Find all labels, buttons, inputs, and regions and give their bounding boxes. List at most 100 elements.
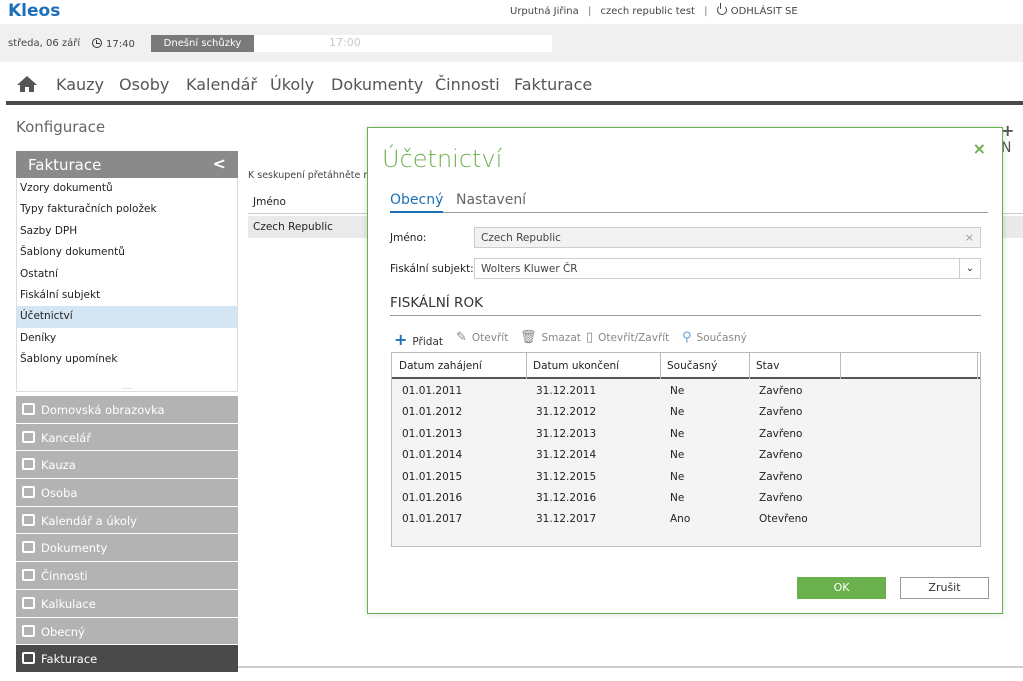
cell-start: 01.01.2011 [402, 385, 463, 397]
cancel-button[interactable]: Zrušit [900, 577, 989, 599]
add-label: Přidat [412, 336, 444, 348]
cell-status: Zavřeno [759, 427, 803, 440]
sidebar-item[interactable]: Sazby DPH [17, 221, 237, 242]
column-header-name[interactable]: Jméno [253, 196, 286, 208]
home-screen-icon [22, 403, 35, 415]
open-button[interactable]: ✎ Otevřít [456, 330, 508, 345]
nav-item-ukoly[interactable]: Úkoly [270, 75, 314, 94]
module-label: Kalkulace [41, 596, 96, 611]
logout-link[interactable]: ODHLÁSIT SE [716, 3, 798, 17]
power-icon [716, 3, 727, 15]
folder-icon [22, 458, 35, 471]
current-button[interactable]: ⚲ Současný [682, 330, 747, 345]
nav-item-osoby[interactable]: Osoby [119, 75, 169, 94]
timeline-hour: 17:00 [329, 36, 361, 49]
nav-item-dokumenty[interactable]: Dokumenty [331, 75, 423, 94]
add-new-button[interactable]: + N [1001, 121, 1023, 156]
meetings-timeline[interactable]: 17:00 [254, 35, 552, 52]
sidebar-item[interactable]: Šablony upomínek [17, 349, 237, 370]
todays-meetings-button[interactable]: Dnešní schůzky [151, 35, 254, 52]
open-close-button[interactable]: ▯ Otevřít/Zavřít [586, 330, 669, 345]
sidebar-item[interactable]: Typy fakturačních položek [17, 199, 237, 220]
column-header-status[interactable]: Stav [756, 360, 779, 372]
column-divider [977, 353, 978, 379]
cell-status: Zavřeno [759, 449, 803, 462]
sidebar-item-active[interactable]: Účetnictví [17, 306, 237, 328]
ok-button[interactable]: OK [797, 577, 886, 599]
module-label: Kalendář a úkoly [41, 513, 137, 528]
module-label: Osoba [41, 486, 78, 501]
module-label: Dokumenty [41, 541, 108, 556]
sidebar-item[interactable]: Vzory dokumentů [17, 178, 237, 199]
module-general[interactable]: Obecný [16, 617, 238, 646]
sidebar-item[interactable]: Fiskální subjekt [17, 285, 237, 306]
app-logo[interactable]: Kleos [8, 1, 60, 21]
column-header-current[interactable]: Současný [667, 360, 717, 372]
calendar-icon [22, 513, 35, 526]
close-icon[interactable]: × [973, 139, 986, 158]
resize-grip[interactable]: ...... [16, 384, 238, 394]
org-name[interactable]: czech republic test [601, 6, 695, 17]
delete-button[interactable]: 🗑 Smazat [520, 330, 581, 345]
nav-item-cinnosti[interactable]: Činnosti [435, 75, 500, 94]
office-icon [22, 430, 35, 443]
delete-label: Smazat [541, 332, 581, 344]
fiscal-subject-value: Wolters Kluwer ČR [481, 263, 578, 275]
module-person[interactable]: Osoba [16, 479, 238, 507]
user-info: Urputná Jiřina | czech republic test | O… [510, 3, 798, 17]
tab-settings[interactable]: Nastavení [456, 192, 526, 211]
column-header-start[interactable]: Datum zahájení [399, 360, 482, 372]
table-row[interactable]: 01.01.2016 31.12.2016 Ne Zavřeno [392, 487, 980, 508]
fiscal-subject-label: Fiskální subjekt: [390, 263, 474, 275]
module-home[interactable]: Domovská obrazovka [16, 396, 238, 424]
module-billing[interactable]: Fakturace [16, 645, 238, 673]
clear-icon[interactable]: × [965, 231, 974, 244]
nav-item-kalendar[interactable]: Kalendář [186, 75, 257, 94]
module-calculation[interactable]: Kalkulace [16, 589, 238, 618]
module-case[interactable]: Kauza [16, 451, 238, 480]
cell-end: 31.12.2015 [536, 470, 597, 483]
table-row[interactable]: 01.01.2013 31.12.2013 Ne Zavřeno [392, 423, 980, 444]
nav-item-fakturace[interactable]: Fakturace [514, 75, 592, 94]
table-row[interactable]: 01.01.2017 31.12.2017 Ano Otevřeno [392, 508, 980, 529]
table-row[interactable]: 01.01.2012 31.12.2012 Ne Zavřeno [392, 401, 980, 422]
name-field[interactable]: Czech Republic × [474, 227, 981, 248]
table-row[interactable]: 01.01.2014 31.12.2014 Ne Zavřeno [392, 444, 980, 465]
open-label: Otevřít [471, 332, 509, 344]
module-label: Obecný [41, 624, 85, 639]
sidebar-item[interactable]: Deníky [17, 328, 237, 349]
sidebar-header[interactable]: Fakturace < [16, 151, 238, 178]
sidebar-item[interactable]: Šablony dokumentů [17, 242, 237, 263]
chevron-down-icon[interactable]: ⌄ [959, 259, 980, 278]
module-office[interactable]: Kancelář [16, 423, 238, 452]
cell-status: Zavřeno [759, 470, 803, 483]
tab-general[interactable]: Obecný [390, 192, 444, 213]
module-activities[interactable]: Činnosti [16, 562, 238, 590]
add-button[interactable]: + Přidat [394, 330, 443, 349]
cell-end: 31.12.2011 [536, 385, 597, 397]
column-divider [526, 353, 527, 379]
cell-current: Ano [670, 513, 691, 526]
collapse-chevron-icon[interactable]: < [213, 154, 226, 173]
module-calendar[interactable]: Kalendář a úkoly [16, 506, 238, 535]
user-name[interactable]: Urputná Jiřina [510, 6, 579, 17]
nav-item-kauzy[interactable]: Kauzy [56, 75, 104, 94]
trash-icon: 🗑 [520, 330, 537, 345]
calculator-icon [22, 596, 35, 609]
fiscal-subject-select[interactable]: Wolters Kluwer ČR ⌄ [474, 258, 981, 279]
table-row[interactable]: 01.01.2015 31.12.2015 Ne Zavřeno [392, 466, 980, 487]
fiscal-year-grid: Datum zahájení Datum ukončení Současný S… [391, 352, 981, 547]
grid-header: Datum zahájení Datum ukončení Současný S… [392, 353, 980, 379]
column-divider [840, 353, 841, 379]
module-label: Činnosti [41, 569, 88, 584]
home-icon[interactable] [16, 75, 38, 97]
document-icon [22, 541, 35, 554]
section-title: FISKÁLNÍ ROK [390, 295, 981, 316]
cell-start: 01.01.2012 [402, 406, 463, 419]
module-documents[interactable]: Dokumenty [16, 534, 238, 563]
table-row[interactable]: 01.01.2011 31.12.2011 Ne Zavřeno [392, 380, 980, 401]
nav-divider [6, 101, 1023, 105]
sidebar-item[interactable]: Ostatní [17, 264, 237, 285]
column-header-end[interactable]: Datum ukončení [533, 360, 619, 372]
cell-start: 01.01.2014 [402, 449, 463, 462]
